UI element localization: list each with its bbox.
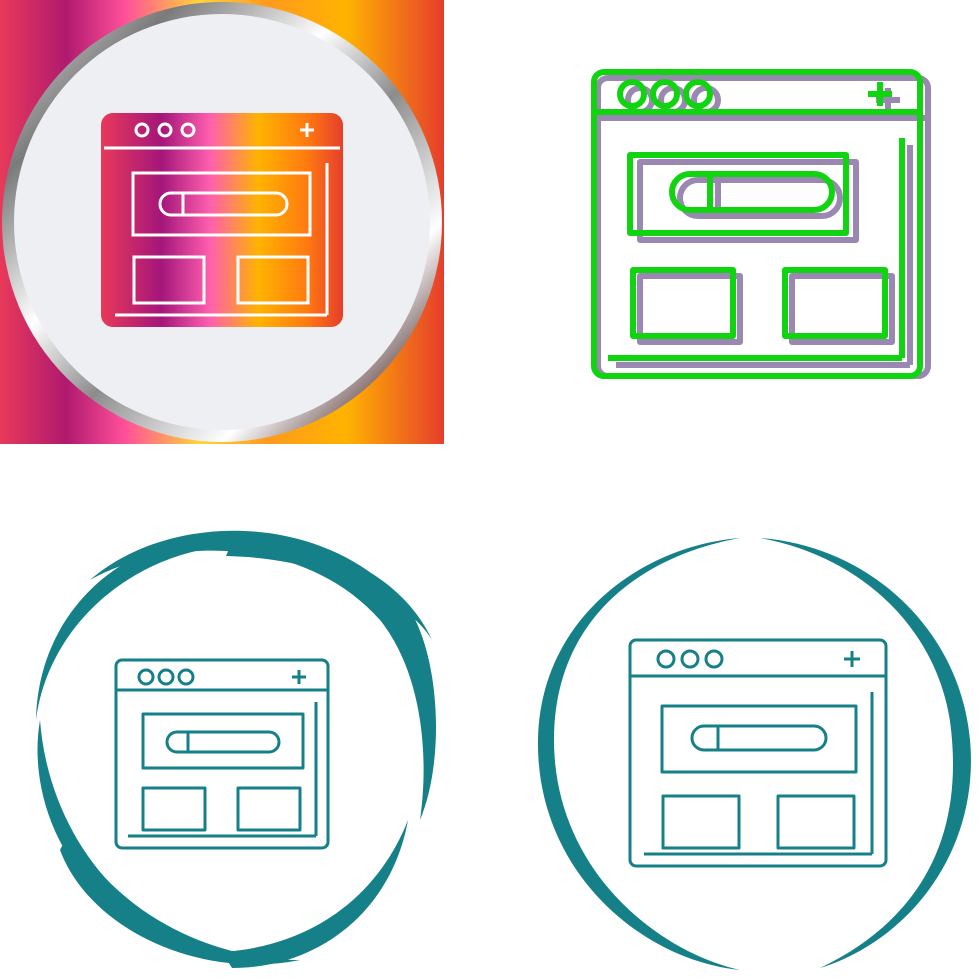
arc-browser-tile [490, 490, 980, 980]
swirl-ring [36, 530, 437, 968]
browser-window-shadow [595, 75, 931, 379]
gradient-browser-tile [0, 0, 490, 490]
browser-window-icon [628, 638, 888, 868]
browser-window-icon [114, 658, 330, 850]
swirl-browser-tile [0, 490, 490, 980]
browser-window-icon [101, 113, 343, 327]
outline-browser-tile [490, 0, 980, 490]
icon-sheet: { "icons": [ { "name": "browser-window-i… [0, 0, 980, 980]
arc-ring [537, 538, 971, 970]
